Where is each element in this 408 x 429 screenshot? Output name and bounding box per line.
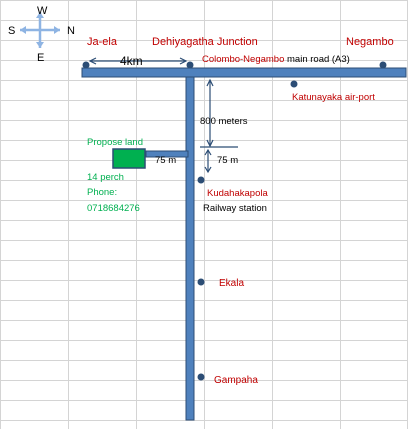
label-phone-number: 0718684276 bbox=[87, 203, 140, 214]
railway-line bbox=[185, 76, 195, 421]
compass-arrowhead-east bbox=[54, 26, 60, 34]
compass-label-w: W bbox=[37, 5, 48, 17]
compass-label-s: S bbox=[8, 25, 15, 37]
main-road bbox=[81, 67, 407, 78]
map-canvas: W N S E Ja-ela Dehiyagatha Junction Nega… bbox=[0, 0, 408, 429]
label-main-road: Colombo-Negambo main road (A3) bbox=[202, 54, 350, 65]
label-railway-station: Railway station bbox=[203, 203, 267, 214]
label-negambo: Negambo bbox=[346, 36, 394, 48]
compass-rose: W N S E bbox=[8, 5, 75, 64]
label-katunayaka: Katunayaka air-port bbox=[292, 92, 375, 103]
label-station-75m: 75 m bbox=[217, 155, 238, 166]
kudahakapola-marker bbox=[197, 176, 205, 184]
label-gampaha: Gampaha bbox=[214, 375, 258, 386]
compass-arrowhead-west bbox=[20, 26, 26, 34]
dehiyagatha-marker bbox=[186, 61, 194, 69]
label-dehiyagatha: Dehiyagatha Junction bbox=[152, 36, 258, 48]
main-road-name: Colombo-Negambo bbox=[202, 54, 284, 65]
map-svg: W N S E Ja-ela Dehiyagatha Junction Nega… bbox=[0, 0, 408, 429]
compass-label-n: N bbox=[67, 25, 75, 37]
compass-label-e: E bbox=[37, 52, 44, 64]
label-lane-75m: 75 m bbox=[155, 155, 176, 166]
label-distance-4km: 4km bbox=[120, 54, 143, 68]
compass-arrowhead-south bbox=[36, 42, 44, 48]
main-road-suffix: main road (A3) bbox=[284, 54, 349, 65]
label-propose-land: Propose land bbox=[87, 137, 143, 148]
jaela-marker bbox=[82, 61, 90, 69]
proposed-land-plot bbox=[112, 148, 146, 169]
katunayaka-marker bbox=[290, 80, 298, 88]
label-ekala: Ekala bbox=[219, 278, 244, 289]
label-800-meters: 800 meters bbox=[200, 116, 248, 127]
label-land-size: 14 perch bbox=[87, 172, 124, 183]
label-phone-title: Phone: bbox=[87, 187, 117, 198]
label-kudahakapola: Kudahakapola bbox=[207, 188, 268, 199]
negambo-marker bbox=[379, 61, 387, 69]
ekala-marker bbox=[197, 278, 205, 286]
label-jaela: Ja-ela bbox=[87, 36, 118, 48]
gampaha-marker bbox=[197, 373, 205, 381]
